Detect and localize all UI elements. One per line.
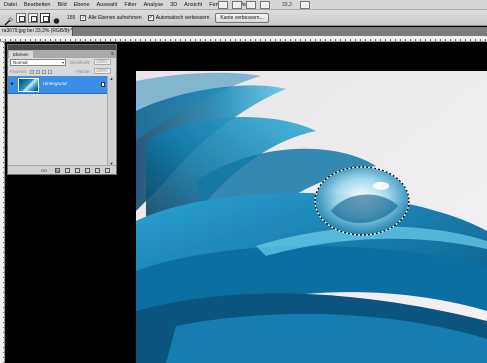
lock-icon [101,82,105,87]
quick-selection-tool-icon[interactable] [4,13,13,26]
layer-name[interactable]: Hintergrund [43,81,67,86]
menu-hilfe[interactable]: Hilfe [235,0,246,10]
menu-3d[interactable]: 3D [170,0,177,10]
blend-row: Normal Deckkraft: 100% [8,58,116,67]
trash-icon[interactable] [105,167,110,173]
new-selection-mode-button[interactable] [16,12,26,23]
add-mask-icon[interactable] [65,167,70,173]
lock-position-icon[interactable] [42,69,47,74]
menu-analyse[interactable]: Analyse [144,0,164,10]
menu-bar: Datei Bearbeiten Bild Ebene Auswahl Filt… [0,0,487,10]
layer-list: ● Hintergrund [8,76,108,167]
opacity-label: Deckkraft: [70,60,91,65]
document-canvas[interactable] [136,71,487,363]
document-tab[interactable]: ra3679.jpg bei 33,3% (RGB/8) * × [0,27,73,36]
menu-bearbeiten[interactable]: Bearbeiten [24,0,51,10]
panel-tab-row: Ebenen ≡ [8,50,116,58]
eye-icon[interactable]: ● [9,81,15,88]
menu-bild[interactable]: Bild [57,0,66,10]
auto-enhance-label: Automatisch verbessern [155,14,210,21]
scroll-up-icon[interactable]: ▲ [108,76,115,82]
tab-layers[interactable]: Ebenen [9,51,33,58]
menu-filter[interactable]: Filter [124,0,136,10]
adjustment-layer-icon[interactable] [75,167,80,173]
brush-picker-icon[interactable] [52,13,61,24]
new-layer-icon[interactable] [95,167,100,173]
auto-enhance-checkbox[interactable]: ✓ [147,14,154,21]
layers-panel: Ebenen ≡ Normal Deckkraft: 100% Fixieren… [7,44,117,175]
lock-image-icon[interactable] [36,69,41,74]
fx-icon[interactable]: fx [55,167,60,173]
layer-thumbnail [18,78,39,92]
lock-row: Fixieren: Fläche: 100% [8,67,116,76]
options-bar: 155 ✓ Alle Ebenen aufnehmen ✓ Automatisc… [0,10,487,26]
panel-menu-icon[interactable]: ≡ [111,51,114,57]
menu-datei[interactable]: Datei [4,0,17,10]
layer-row-background[interactable]: ● Hintergrund [8,76,108,94]
close-icon[interactable]: × [67,27,70,36]
layers-scrollbar[interactable]: ▲ ▼ [107,76,115,167]
menu-ebene[interactable]: Ebene [74,0,90,10]
opacity-field[interactable]: 100% [94,59,111,65]
menu-fenster[interactable]: Fenster [209,0,228,10]
add-to-selection-mode-button[interactable] [28,12,38,23]
sample-all-layers-checkbox[interactable]: ✓ [80,14,87,21]
lock-transparent-icon[interactable] [30,69,35,74]
brush-size-value: 155 [67,14,76,21]
blend-mode-select[interactable]: Normal [10,59,66,66]
refine-edge-button[interactable]: Kante verbessern... [215,12,269,23]
menu-auswahl[interactable]: Auswahl [97,0,118,10]
document-tab-title: ra3679.jpg bei 33,3% (RGB/8) * [2,28,73,34]
horizontal-ruler [0,36,487,42]
menu-ansicht[interactable]: Ansicht [184,0,202,10]
lock-label: Fixieren: [10,69,28,74]
new-group-icon[interactable] [85,167,90,173]
sample-all-layers-label: Alle Ebenen aufnehmen [88,14,142,21]
vertical-ruler [0,42,5,363]
fill-field[interactable]: 100% [94,68,111,74]
subtract-selection-mode-button[interactable] [40,12,50,23]
layers-panel-footer: GO fx [8,165,116,174]
link-layers-button[interactable]: GO [41,168,47,173]
lock-all-icon[interactable] [48,69,53,74]
photo-blue-petals-with-waterdrop [136,71,487,363]
fill-label: Fläche: [76,69,91,74]
document-tab-bar: ra3679.jpg bei 33,3% (RGB/8) * × [0,27,487,36]
